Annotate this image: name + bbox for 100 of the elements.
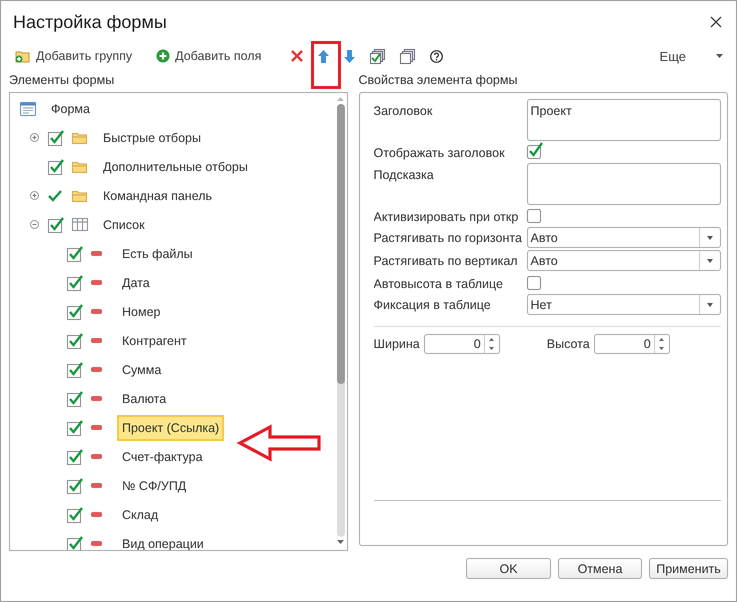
minus-icon: [91, 338, 102, 343]
decrement-icon[interactable]: [489, 347, 494, 350]
dialog-button[interactable]: OK: [466, 558, 551, 579]
checkbox[interactable]: [526, 273, 543, 290]
property-label: Подсказка: [374, 167, 435, 182]
number-field[interactable]: 0: [594, 334, 670, 354]
checkbox[interactable]: [67, 420, 83, 436]
text-field[interactable]: Проект: [526, 99, 721, 141]
check-icon[interactable]: [48, 190, 62, 202]
check-all-icon[interactable]: [370, 48, 386, 64]
dialog-button[interactable]: Отмена: [558, 558, 642, 579]
panel-title: Элементы формы: [9, 72, 116, 89]
folder-icon: [72, 160, 87, 172]
up-arrow-icon[interactable]: [318, 50, 330, 62]
tree-item[interactable]: Дата: [117, 270, 155, 296]
property-label: Активизировать при откр: [374, 209, 520, 224]
size-label: Ширина: [374, 337, 420, 351]
tree-item[interactable]: Командная панель: [98, 182, 218, 208]
dialog-button[interactable]: Применить: [649, 558, 728, 579]
checkbox[interactable]: [67, 448, 83, 464]
checkbox[interactable]: [67, 246, 83, 262]
tree-item[interactable]: Есть файлы: [117, 240, 198, 266]
checkbox[interactable]: [48, 130, 64, 146]
checkbox[interactable]: [67, 390, 83, 406]
highlight-frame: [311, 41, 341, 89]
checkbox[interactable]: [67, 304, 83, 320]
expand-icon[interactable]: [30, 191, 39, 200]
property-label: Заголовок: [374, 103, 434, 118]
folder-icon: [72, 190, 87, 202]
checkbox[interactable]: [48, 158, 64, 174]
scroll-up-icon[interactable]: [337, 97, 344, 101]
more-menu-button[interactable]: Еще: [660, 48, 686, 64]
tree-item[interactable]: Склад: [117, 502, 164, 528]
dropdown-field[interactable]: Нет: [526, 294, 721, 315]
folder-icon: [72, 132, 87, 144]
tree-item[interactable]: Дополнительные отборы: [98, 154, 253, 180]
checkbox[interactable]: [67, 332, 83, 348]
tree-item[interactable]: Валюта: [117, 386, 172, 412]
increment-icon[interactable]: [659, 338, 664, 341]
window-title: Настройка формы: [13, 12, 167, 32]
add-group-button[interactable]: Добавить группу: [15, 49, 132, 63]
caret-icon[interactable]: [716, 54, 723, 58]
tree-item[interactable]: Контрагент: [117, 328, 192, 354]
caret-icon: [707, 302, 713, 306]
close-icon[interactable]: [710, 16, 722, 28]
uncheck-all-icon[interactable]: [400, 48, 416, 64]
help-icon[interactable]: [430, 50, 444, 62]
checkbox[interactable]: [526, 206, 543, 223]
checkbox[interactable]: [67, 478, 83, 494]
down-arrow-icon[interactable]: [344, 50, 356, 62]
plus-circle-icon: [156, 49, 170, 63]
tree-item[interactable]: Счет-фактура: [117, 444, 208, 470]
size-label: Высота: [546, 337, 590, 351]
add-field-button[interactable]: Добавить поля: [156, 49, 262, 63]
tree-item[interactable]: Список: [98, 212, 150, 238]
property-label: Фиксация в таблице: [374, 297, 492, 312]
scrollbar-track[interactable]: [336, 104, 345, 537]
collapse-icon[interactable]: [30, 220, 39, 229]
tree-item[interactable]: Номер: [117, 298, 166, 324]
minus-icon: [91, 396, 102, 401]
minus-icon: [91, 309, 102, 314]
scrollbar-thumb[interactable]: [336, 104, 345, 384]
tree-item[interactable]: Форма: [46, 96, 95, 122]
number-field[interactable]: 0: [424, 334, 500, 354]
minus-icon: [91, 367, 102, 372]
checkbox[interactable]: [526, 142, 543, 159]
minus-icon: [91, 483, 102, 488]
caret-icon: [707, 236, 713, 240]
expand-icon[interactable]: [30, 133, 39, 142]
tree-item[interactable]: № СФ/УПД: [117, 472, 192, 498]
decrement-icon[interactable]: [659, 347, 664, 350]
property-label: Растягивать по горизонта: [374, 230, 523, 245]
minus-icon: [91, 512, 102, 517]
tree-item[interactable]: Вид операции: [117, 530, 209, 550]
scroll-down-icon[interactable]: [337, 540, 344, 544]
text-field[interactable]: [526, 163, 721, 205]
tree-item[interactable]: Проект (Ссылка): [117, 414, 224, 440]
minus-icon: [91, 251, 102, 256]
checkbox[interactable]: [67, 506, 83, 522]
minus-icon: [91, 425, 102, 430]
caret-icon: [707, 258, 713, 262]
folder-add-icon: [15, 49, 31, 63]
property-label: Отображать заголовок: [374, 145, 506, 160]
delete-icon[interactable]: [291, 50, 304, 62]
panel-title: Свойства элемента формы: [358, 72, 518, 89]
dropdown-field[interactable]: Авто: [526, 227, 721, 248]
table-icon: [72, 218, 88, 231]
checkbox[interactable]: [48, 216, 64, 232]
property-label: Растягивать по вертикал: [374, 253, 519, 268]
tree-item[interactable]: Быстрые отборы: [98, 124, 206, 150]
checkbox[interactable]: [67, 362, 83, 378]
increment-icon[interactable]: [489, 338, 494, 341]
form-icon: [20, 102, 36, 116]
checkbox[interactable]: [67, 274, 83, 290]
tree-item[interactable]: Сумма: [117, 356, 166, 382]
minus-icon: [91, 541, 102, 546]
dropdown-field[interactable]: Авто: [526, 250, 721, 271]
minus-icon: [91, 454, 102, 459]
minus-icon: [91, 280, 102, 285]
checkbox[interactable]: [67, 536, 83, 550]
